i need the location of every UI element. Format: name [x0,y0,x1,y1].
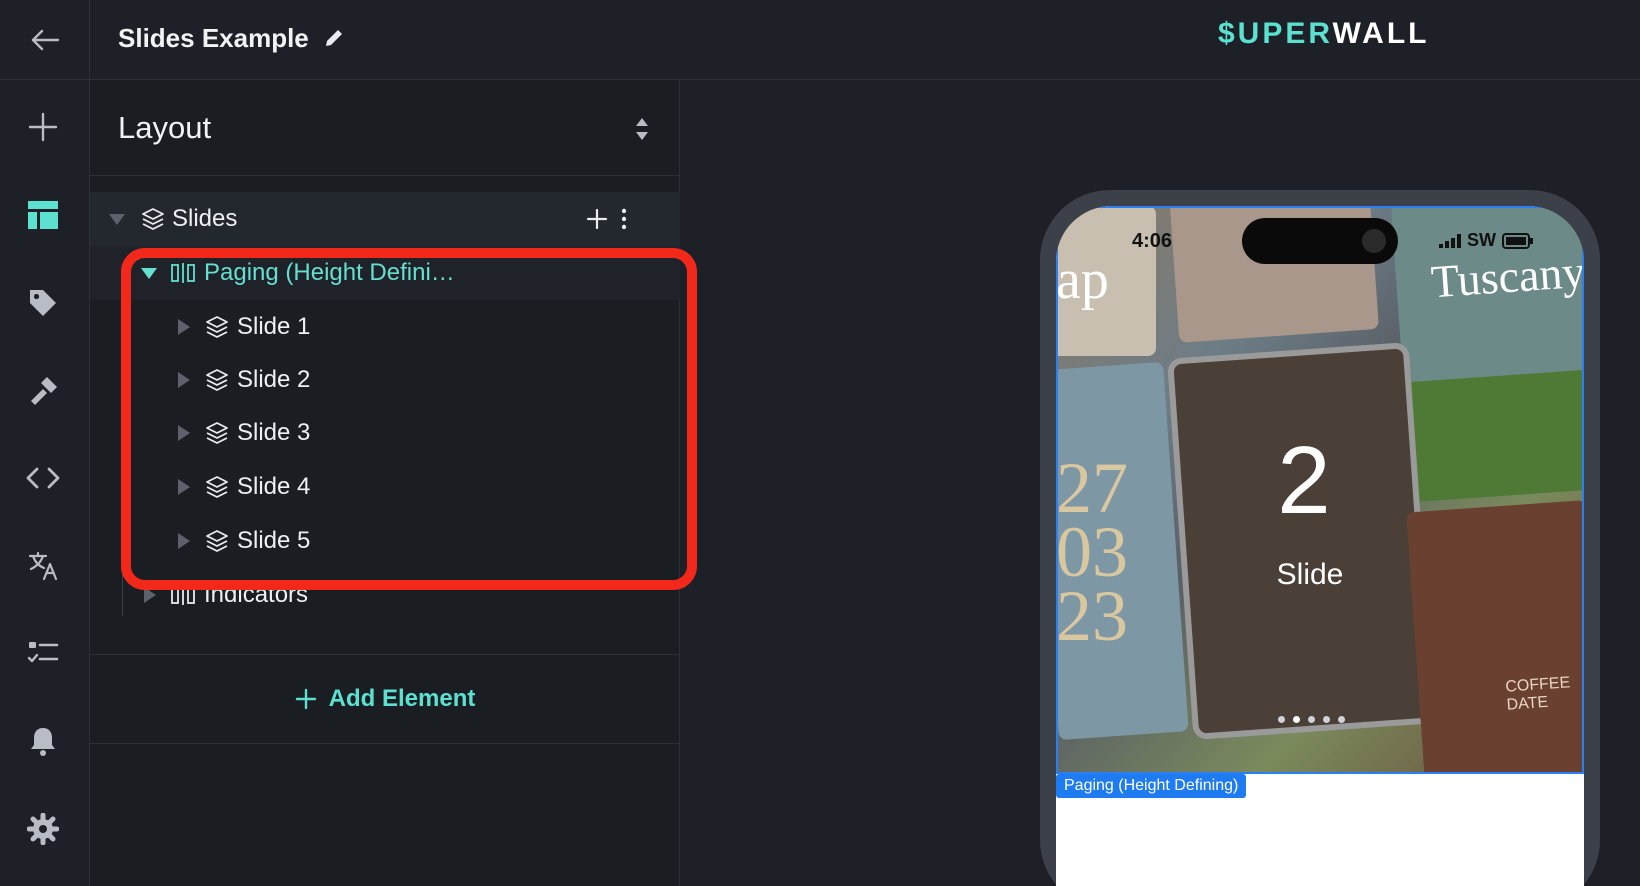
tree-row-slides[interactable]: Slides [90,192,680,246]
translate-rail-button[interactable] [20,543,66,589]
caret-down-icon[interactable] [108,210,126,228]
add-element-button[interactable]: Add Element [295,685,476,713]
translate-icon [28,551,58,581]
add-rail-button[interactable] [20,104,66,150]
add-element-label: Add Element [328,685,476,712]
code-icon [26,467,60,489]
plus-icon [295,688,316,710]
checklist-rail-button[interactable] [20,630,66,676]
notifications-rail-button[interactable] [20,718,66,764]
checklist-icon [27,642,59,663]
selection-outline [1056,206,1584,774]
tag-icon [30,290,56,316]
document-title: Slides Example [118,22,309,53]
brand-logo-rest: WALL [1332,17,1430,50]
brand-logo: $UPERWALL [1218,14,1429,54]
hammer-icon [31,377,57,405]
brand-logo-accent: $UPER [1218,17,1333,50]
add-element-row: Add Element [90,654,680,744]
left-rail [0,0,90,886]
back-arrow-icon [31,29,59,50]
selection-label: Paging (Height Defining) [1056,774,1247,798]
plus-icon [28,112,58,142]
back-button[interactable] [0,0,89,80]
layout-heading: Layout [118,109,212,145]
bell-icon [31,728,55,756]
tree-label-slides: Slides [172,205,238,232]
document-title-area[interactable]: Slides Example [118,18,345,58]
layers-icon [142,208,164,230]
gear-icon [27,813,59,845]
layout-select[interactable]: Layout [90,80,679,176]
settings-rail-button[interactable] [20,806,66,852]
layout-icon [28,201,58,229]
sort-arrows-icon [636,118,648,140]
more-options-icon[interactable] [620,208,628,230]
add-child-icon[interactable] [586,208,608,230]
top-header: Slides Example $UPERWALL [90,0,1640,80]
layout-rail-button[interactable] [20,192,66,238]
phone-preview: ap 27 03 23 Tuscany COFFEE DATE 2 Slide 4:… [1040,190,1600,886]
pencil-icon[interactable] [323,27,345,49]
code-rail-button[interactable] [20,455,66,501]
paging-highlight-box [121,248,697,590]
app-window: Slides Example $UPERWALL Layout Slides P… [0,0,1640,886]
tag-rail-button[interactable] [20,280,66,326]
build-rail-button[interactable] [20,368,66,414]
phone-screen: ap 27 03 23 Tuscany COFFEE DATE 2 Slide 4:… [1056,206,1584,886]
